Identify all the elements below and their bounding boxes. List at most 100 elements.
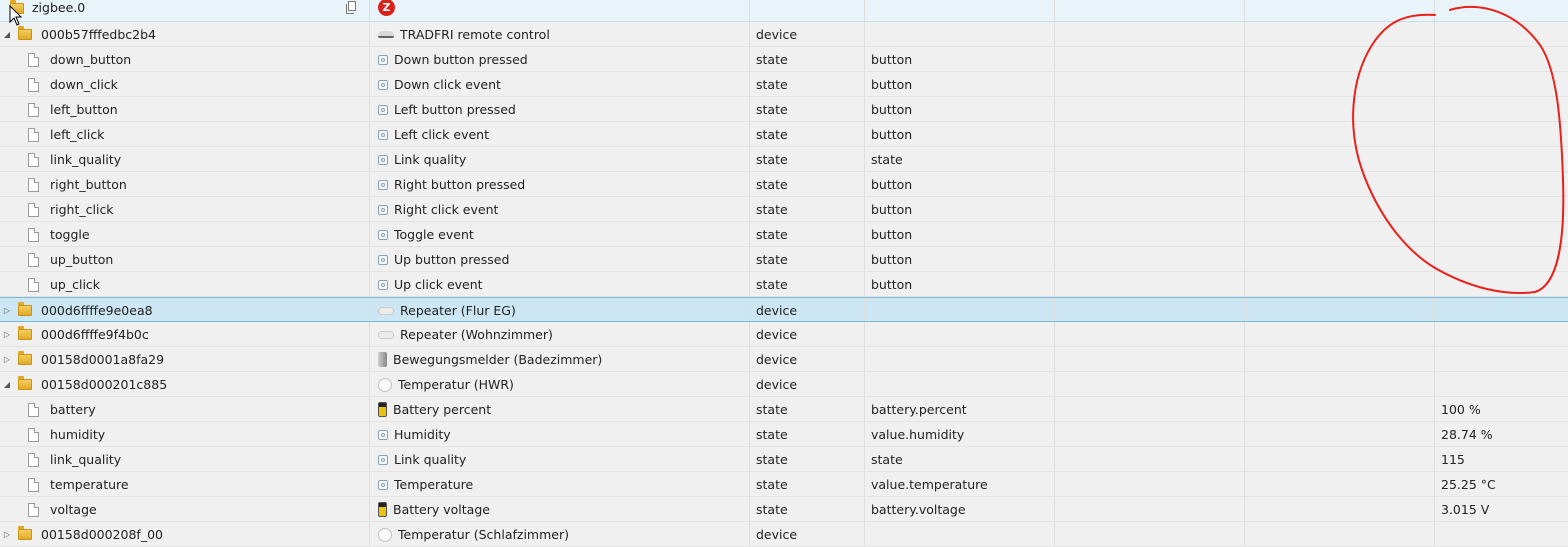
value-cell xyxy=(1435,172,1568,196)
id-cell: humidity xyxy=(0,422,370,446)
repeater-icon xyxy=(378,306,394,315)
state-row[interactable]: temperature Temperature state value.tempera… xyxy=(0,472,1568,497)
role-cell: button xyxy=(865,122,1055,146)
room-cell xyxy=(1055,272,1245,296)
state-row[interactable]: down_click Down click event state button xyxy=(0,72,1568,97)
type-cell: state xyxy=(750,122,865,146)
device-row[interactable]: ▷ 00158d000208f_00 Temperatur (Schlafzimme… xyxy=(0,522,1568,547)
expand-arrow-icon[interactable]: ▷ xyxy=(2,522,12,546)
id-cell: right_click xyxy=(0,197,370,221)
type-cell: state xyxy=(750,272,865,296)
value-cell xyxy=(1435,347,1568,371)
device-row[interactable]: ▷ 000d6ffffe9f4b0c Repeater (Wohnzimmer) de… xyxy=(0,322,1568,347)
state-icon xyxy=(378,179,388,190)
expand-arrow-icon[interactable]: ▷ xyxy=(2,322,12,346)
object-name: Repeater (Wohnzimmer) xyxy=(400,327,553,342)
value-cell: 28.74 % xyxy=(1441,427,1493,442)
state-row[interactable]: left_button Left button pressed state butto… xyxy=(0,97,1568,122)
room-cell xyxy=(1055,47,1245,71)
room-cell xyxy=(1055,347,1245,371)
state-row[interactable]: battery Battery percent state battery.perce… xyxy=(0,397,1568,422)
state-row[interactable]: link_quality Link quality state state 115 xyxy=(0,447,1568,472)
file-icon xyxy=(28,153,39,167)
role-cell: value.humidity xyxy=(865,422,1055,446)
state-row[interactable]: right_click Right click event state button xyxy=(0,197,1568,222)
value-cell xyxy=(1435,372,1568,396)
state-row[interactable]: down_button Down button pressed state butto… xyxy=(0,47,1568,72)
file-icon xyxy=(28,503,39,517)
room-cell xyxy=(1055,0,1245,21)
object-id: toggle xyxy=(50,227,90,242)
state-row[interactable]: up_click Up click event state button xyxy=(0,272,1568,297)
name-cell: Repeater (Wohnzimmer) xyxy=(370,322,750,346)
function-cell xyxy=(1245,47,1435,71)
room-cell xyxy=(1055,472,1245,496)
device-row[interactable]: ▷ 000d6ffffe9e0ea8 Repeater (Flur EG) devic… xyxy=(0,297,1568,322)
function-cell xyxy=(1245,22,1435,46)
object-id: voltage xyxy=(50,502,97,517)
state-row[interactable]: toggle Toggle event state button xyxy=(0,222,1568,247)
type-cell: state xyxy=(750,422,865,446)
device-row[interactable]: ◢ 000b57fffedbc2b4 TRADFRI remote control d… xyxy=(0,22,1568,47)
state-row[interactable]: left_click Left click event state button xyxy=(0,122,1568,147)
value-cell: 3.015 V xyxy=(1441,502,1490,517)
state-row[interactable]: up_button Up button pressed state button xyxy=(0,247,1568,272)
function-cell xyxy=(1245,122,1435,146)
function-cell xyxy=(1245,372,1435,396)
id-cell: toggle xyxy=(0,222,370,246)
value-cell xyxy=(1435,47,1568,71)
collapse-arrow-icon[interactable]: ◢ xyxy=(2,372,12,396)
room-cell xyxy=(1055,22,1245,46)
state-row[interactable]: right_button Right button pressed state but… xyxy=(0,172,1568,197)
value-cell xyxy=(1435,522,1568,546)
file-icon xyxy=(28,128,39,142)
expand-arrow-icon[interactable]: ▷ xyxy=(2,298,12,321)
role-cell: button xyxy=(865,247,1055,271)
tree-root-row[interactable]: zigbee.0 Z xyxy=(0,0,1568,22)
type-cell: state xyxy=(750,247,865,271)
folder-icon xyxy=(18,351,32,365)
battery-icon xyxy=(378,402,387,417)
role-cell xyxy=(865,22,1055,46)
state-icon xyxy=(378,254,388,265)
role-cell: button xyxy=(865,197,1055,221)
id-cell: up_button xyxy=(0,247,370,271)
object-name: Down click event xyxy=(394,77,501,92)
temperature-sensor-icon xyxy=(378,527,392,542)
type-cell: state xyxy=(750,97,865,121)
room-cell xyxy=(1055,322,1245,346)
name-cell: Right click event xyxy=(370,197,750,221)
object-name: Temperatur (Schlafzimmer) xyxy=(398,527,569,542)
type-cell: device xyxy=(750,298,865,321)
role-cell: button xyxy=(865,222,1055,246)
file-icon xyxy=(28,403,39,417)
type-cell: state xyxy=(750,472,865,496)
copy-icon[interactable] xyxy=(346,1,356,14)
state-row[interactable]: voltage Battery voltage state battery.volta… xyxy=(0,497,1568,522)
name-cell: Battery voltage xyxy=(370,497,750,521)
state-icon xyxy=(378,479,388,490)
state-icon xyxy=(378,154,388,165)
name-cell: Up click event xyxy=(370,272,750,296)
device-row[interactable]: ◢ 00158d000201c885 Temperatur (HWR) device xyxy=(0,372,1568,397)
room-cell xyxy=(1055,447,1245,471)
function-cell xyxy=(1245,447,1435,471)
type-cell: state xyxy=(750,147,865,171)
value-cell xyxy=(1435,22,1568,46)
state-row[interactable]: link_quality Link quality state state xyxy=(0,147,1568,172)
object-name: Left click event xyxy=(394,127,489,142)
name-cell: Up button pressed xyxy=(370,247,750,271)
value-cell: 100 % xyxy=(1441,402,1481,417)
motion-sensor-icon xyxy=(378,352,387,367)
value-cell xyxy=(1435,322,1568,346)
object-id: 000d6ffffe9e0ea8 xyxy=(41,303,153,318)
folder-icon xyxy=(18,526,32,540)
role-cell xyxy=(865,322,1055,346)
file-icon xyxy=(28,278,39,292)
state-row[interactable]: humidity Humidity state value.humidity 28.74… xyxy=(0,422,1568,447)
object-name: Temperatur (HWR) xyxy=(398,377,514,392)
device-row[interactable]: ▷ 00158d0001a8fa29 Bewegungsmelder (Badezi… xyxy=(0,347,1568,372)
object-name: Link quality xyxy=(394,152,467,167)
expand-arrow-icon[interactable]: ▷ xyxy=(2,347,12,371)
state-icon xyxy=(378,204,388,215)
